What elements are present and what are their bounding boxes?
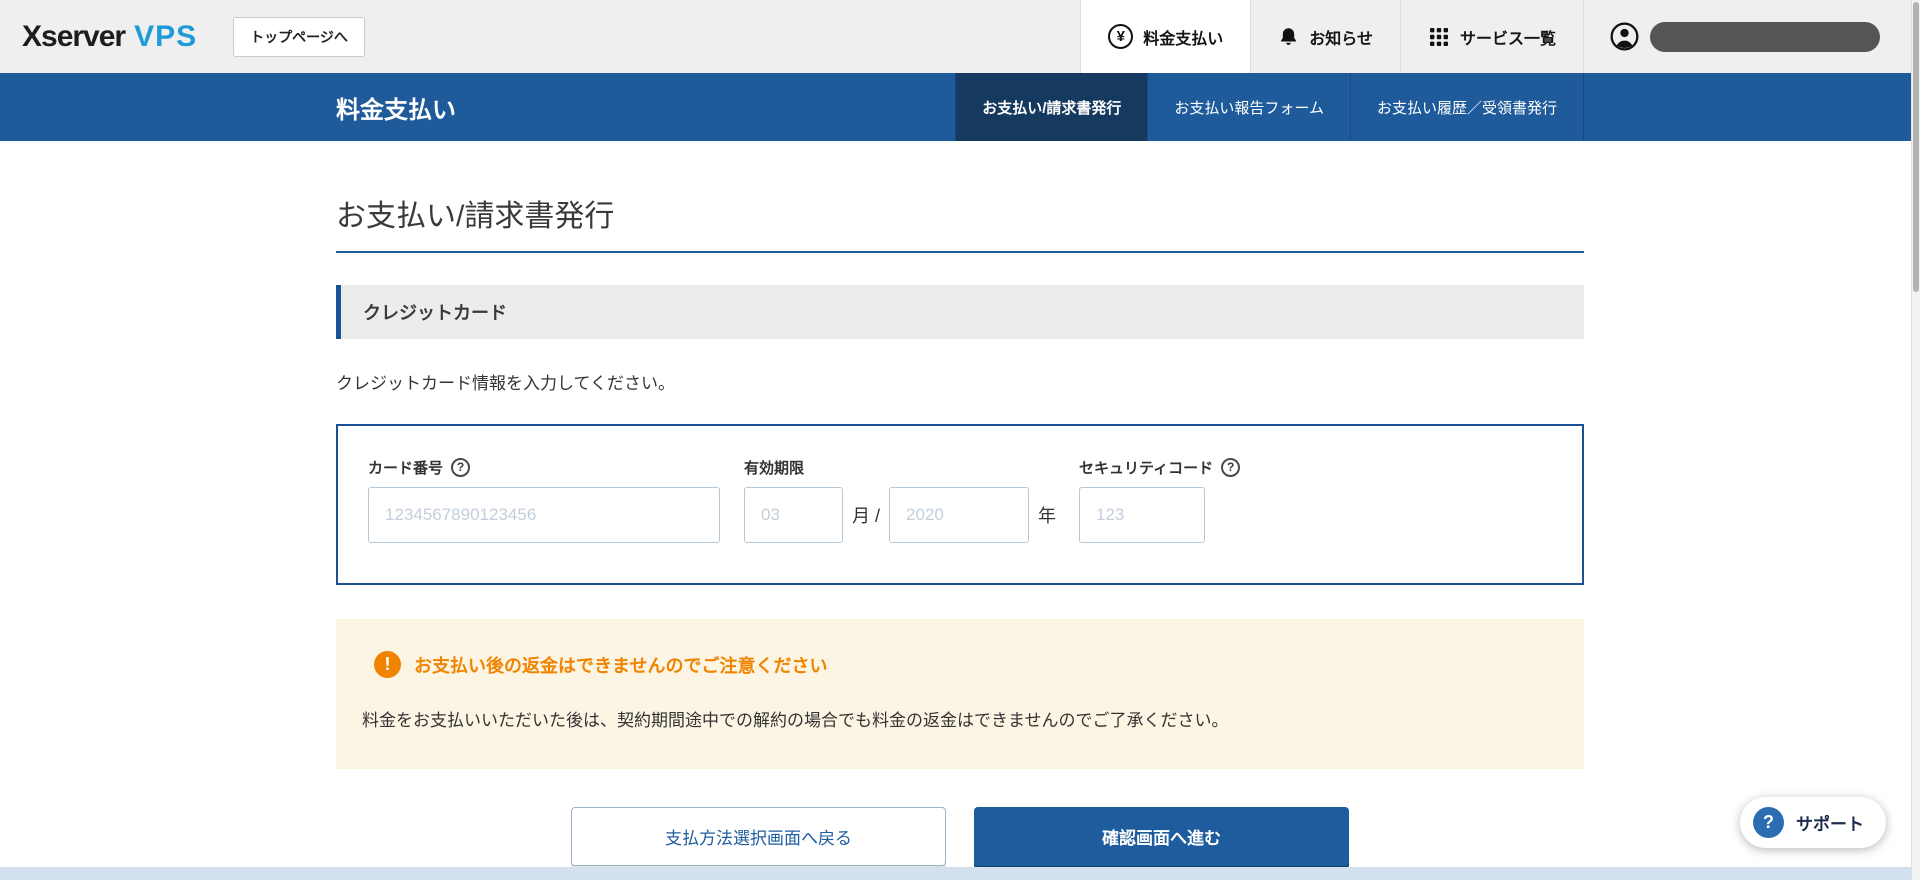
section-bar-title: 料金支払い: [336, 96, 456, 124]
footer-strip: [0, 867, 1911, 880]
section-header-bar: 料金支払い お支払い/請求書発行 お支払い報告フォーム お支払い履歴／受領書発行: [0, 73, 1920, 141]
top-bar: Xserver VPS トップページへ ¥ 料金支払い お知らせ サービス一覧: [0, 0, 1920, 73]
top-page-button[interactable]: トップページへ: [233, 16, 365, 57]
expiry-year-suffix: 年: [1038, 506, 1057, 526]
account-name-redacted: [1650, 21, 1880, 52]
support-label: サポート: [1796, 815, 1864, 834]
logo-xserver: Xserver: [22, 19, 126, 53]
main-content: お支払い/請求書発行 クレジットカード クレジットカード情報を入力してください。…: [336, 191, 1584, 866]
back-button[interactable]: 支払方法選択画面へ戻る: [571, 807, 946, 866]
tab-payment-invoice[interactable]: お支払い/請求書発行: [955, 73, 1148, 141]
tab-payment-report[interactable]: お支払い報告フォーム: [1147, 73, 1350, 141]
scrollbar-thumb[interactable]: [1913, 2, 1919, 292]
nav-item-services[interactable]: サービス一覧: [1399, 0, 1583, 73]
expiry-month-input[interactable]: [744, 487, 843, 543]
logo-vps: VPS: [134, 19, 198, 53]
card-number-input[interactable]: [368, 487, 720, 543]
expiry-label: 有効期限: [744, 459, 805, 477]
security-code-help-icon[interactable]: ?: [1221, 457, 1241, 477]
scrollbar[interactable]: [1911, 0, 1920, 880]
card-number-field-group: カード番号 ?: [368, 456, 720, 543]
top-nav: ¥ 料金支払い お知らせ サービス一覧: [1080, 0, 1920, 73]
credit-card-form: カード番号 ? 有効期限 月 / 年 セキュリティコード ?: [336, 424, 1584, 585]
tab-payment-history[interactable]: お支払い履歴／受領書発行: [1349, 73, 1584, 141]
instruction-text: クレジットカード情報を入力してください。: [336, 374, 675, 393]
grid-icon: [1428, 26, 1450, 48]
security-code-input[interactable]: [1079, 487, 1206, 543]
expiry-year-input[interactable]: [889, 487, 1030, 543]
nav-item-label: サービス一覧: [1459, 30, 1556, 48]
nav-item-payment[interactable]: ¥ 料金支払い: [1080, 0, 1251, 73]
user-avatar-icon: [1610, 22, 1639, 51]
logo[interactable]: Xserver VPS: [0, 0, 197, 73]
proceed-button[interactable]: 確認画面へ進む: [974, 807, 1349, 866]
bell-icon: [1278, 25, 1299, 49]
form-actions: 支払方法選択画面へ戻る 確認画面へ進む: [336, 807, 1584, 866]
expiry-field-group: 有効期限 月 / 年: [744, 456, 1065, 543]
sub-tabs: お支払い/請求書発行 お支払い報告フォーム お支払い履歴／受領書発行: [955, 73, 1584, 141]
exclamation-icon: !: [374, 651, 401, 678]
notice-body: 料金をお支払いいただいた後は、契約期間途中での解約の場合でも料金の返金はできませ…: [362, 711, 1229, 730]
nav-item-label: 料金支払い: [1143, 30, 1224, 48]
card-number-label: カード番号: [368, 459, 444, 477]
yen-circle-icon: ¥: [1108, 24, 1134, 49]
nav-item-news[interactable]: お知らせ: [1250, 0, 1400, 73]
support-button[interactable]: ? サポート: [1740, 797, 1886, 848]
security-code-label: セキュリティコード: [1079, 459, 1214, 477]
expiry-month-suffix: 月 /: [852, 506, 881, 526]
question-circle-icon: ?: [1753, 807, 1784, 838]
account-menu[interactable]: [1583, 0, 1920, 73]
nav-item-label: お知らせ: [1309, 30, 1373, 48]
refund-notice-box: ! お支払い後の返金はできませんのでご注意ください 料金をお支払いいただいた後は…: [336, 619, 1584, 769]
page-title: お支払い/請求書発行: [336, 191, 1584, 253]
card-number-help-icon[interactable]: ?: [451, 457, 471, 477]
security-code-field-group: セキュリティコード ?: [1079, 456, 1241, 543]
notice-title: お支払い後の返金はできませんのでご注意ください: [414, 655, 828, 676]
credit-card-section-heading: クレジットカード: [336, 285, 1584, 339]
